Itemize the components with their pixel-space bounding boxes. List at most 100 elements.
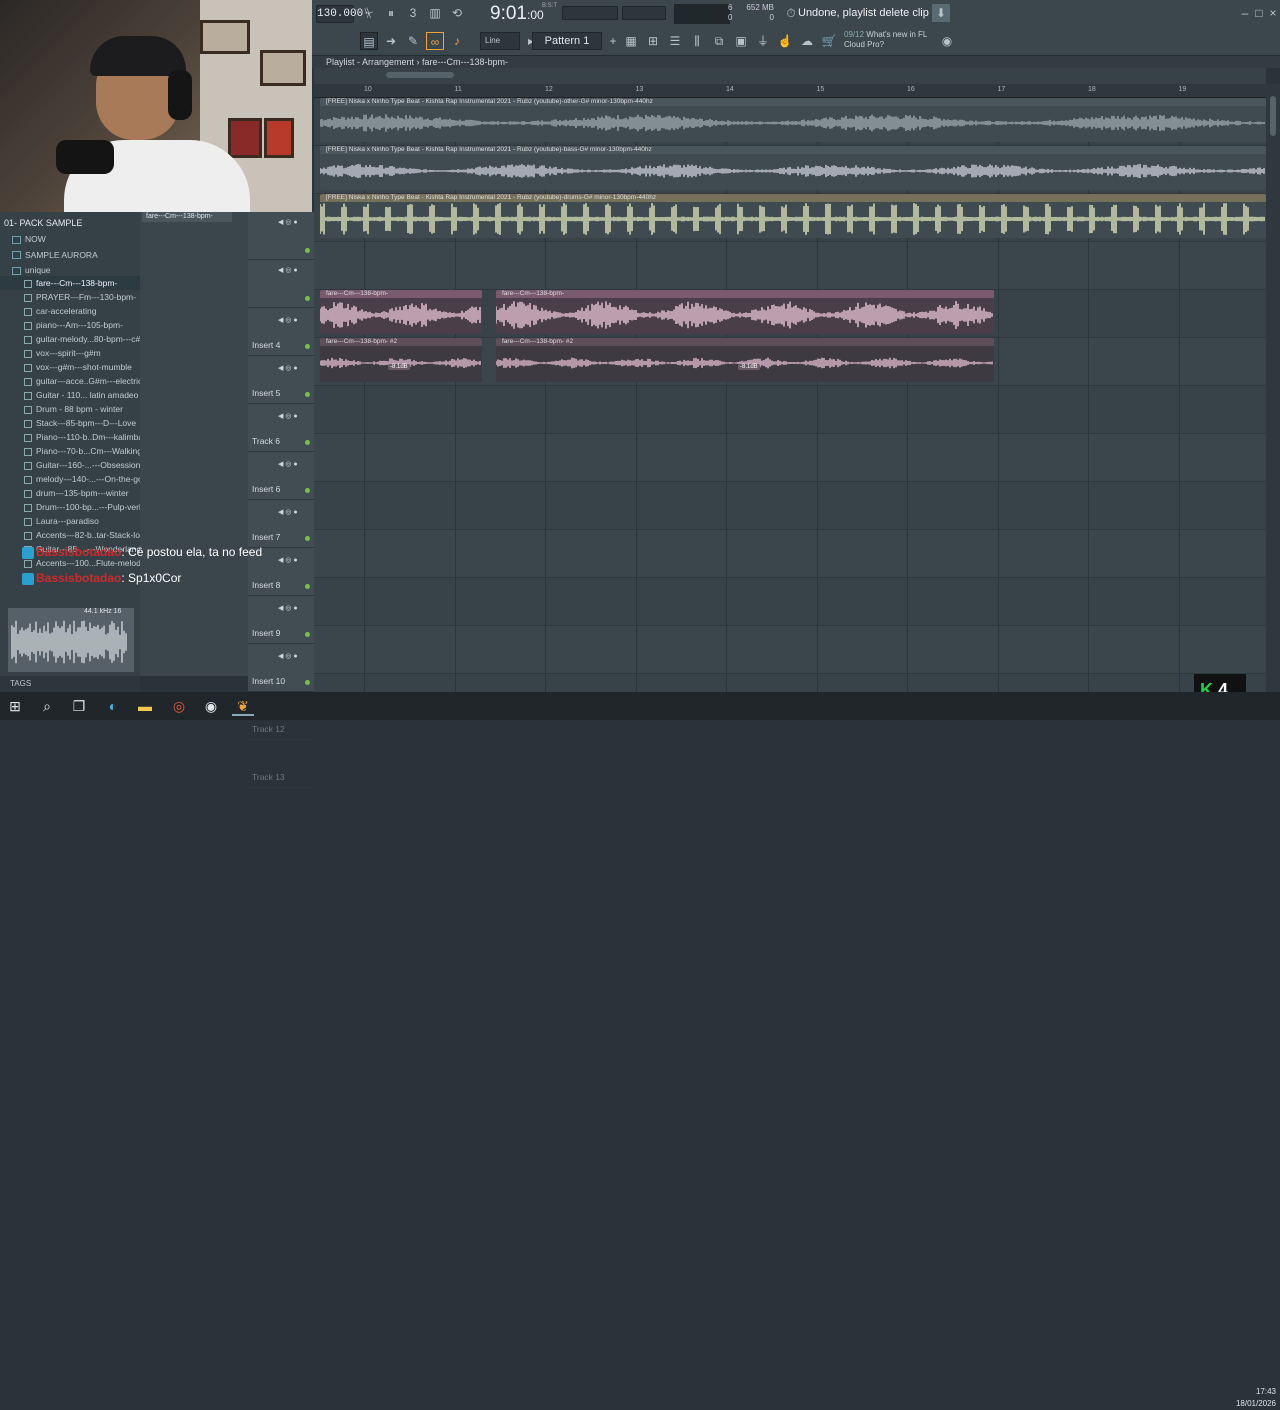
browser-file[interactable]: Piano---70-b...Cm---Walking xyxy=(0,444,140,458)
browser-file[interactable]: guitar---acce..G#m---electric xyxy=(0,374,140,388)
timeline-ruler[interactable]: 10 11 12 13 14 15 16 17 18 19 xyxy=(314,84,1266,98)
browser-file[interactable]: PRAYER---Fm---130-bpm- xyxy=(0,290,140,304)
browser-file[interactable]: Piano---110-b..Dm---kalimba xyxy=(0,430,140,444)
track-header[interactable]: Track 13 xyxy=(248,740,314,788)
browser-folder-title[interactable]: 01- PACK SAMPLE xyxy=(0,216,140,230)
track-enable-led[interactable] xyxy=(305,632,310,637)
search-icon[interactable]: ⌕ xyxy=(36,696,58,716)
browser-folder[interactable]: SAMPLE AURORA xyxy=(0,248,140,262)
track-buttons[interactable]: ◀ ◎ ● xyxy=(278,412,298,420)
track-header[interactable]: Insert 9 ◀ ◎ ● xyxy=(248,596,314,644)
vscroll-thumb[interactable] xyxy=(1270,96,1276,136)
channel-rack-icon[interactable]: ⊞ xyxy=(644,32,662,50)
chrome-icon[interactable]: ◎ xyxy=(168,696,190,716)
record-mode-icon[interactable]: ▥ xyxy=(426,4,444,22)
browser-file[interactable]: vox---g#m---shot-mumble xyxy=(0,360,140,374)
countdown-icon[interactable]: 3 xyxy=(404,4,422,22)
pattern-selector[interactable]: Pattern 1 xyxy=(532,32,602,50)
track-buttons[interactable]: ◀ ◎ ● xyxy=(278,508,298,516)
tempo-display[interactable]: 130.000 xyxy=(316,5,363,23)
add-pattern-icon[interactable]: + xyxy=(604,32,622,50)
track-enable-led[interactable] xyxy=(305,536,310,541)
master-pitch-slider[interactable] xyxy=(622,6,666,20)
tags-bar[interactable]: TAGS xyxy=(0,676,140,692)
track-buttons[interactable]: ◀ ◎ ● xyxy=(278,604,298,612)
playlist-grid[interactable]: [FREE] Niska x Ninho Type Beat - Kishta … xyxy=(314,98,1270,692)
browser-file[interactable]: Guitar---160-...---Obsession xyxy=(0,458,140,472)
browser-file[interactable]: Laura---paradiso xyxy=(0,514,140,528)
close-icon[interactable]: × xyxy=(1264,4,1280,22)
arrow-tool-icon[interactable]: ➜ xyxy=(382,32,400,50)
fl-studio-icon[interactable]: ❦ xyxy=(232,696,254,716)
wait-icon[interactable]: ⏸ xyxy=(382,4,400,22)
track-enable-led[interactable] xyxy=(305,296,310,301)
piano-roll-icon[interactable]: ☰ xyxy=(666,32,684,50)
cloud-icon[interactable]: ☁ xyxy=(798,32,816,50)
track-buttons[interactable]: ◀ ◎ ● xyxy=(278,266,298,274)
sample-preview[interactable]: 44.1 kHz 16 xyxy=(8,608,134,672)
playlist-row[interactable] xyxy=(314,386,1266,434)
browser-file[interactable]: Drum - 88 bpm - winter xyxy=(0,402,140,416)
playlist-row[interactable] xyxy=(314,578,1266,626)
browser-file[interactable]: car-accelerating xyxy=(0,304,140,318)
edge-icon[interactable]: ◐ xyxy=(102,696,124,716)
metronome-icon[interactable]: ⏧ xyxy=(360,4,378,22)
shop-icon[interactable]: 🛒 xyxy=(820,32,838,50)
file-explorer-icon[interactable]: ▬ xyxy=(134,696,156,716)
track-header[interactable]: Track 6 ◀ ◎ ● xyxy=(248,404,314,452)
browser-file[interactable]: Accents---82-b..tar-Stack-lofi xyxy=(0,528,140,542)
help-icon[interactable]: ◉ xyxy=(938,32,956,50)
playlist-icon[interactable]: ▤ xyxy=(360,32,378,50)
track-enable-led[interactable] xyxy=(305,344,310,349)
playlist-row[interactable] xyxy=(314,626,1266,674)
pencil-tool-icon[interactable]: ✎ xyxy=(404,32,422,50)
scroll-thumb[interactable] xyxy=(386,72,454,78)
browser-folder[interactable]: unique xyxy=(0,263,140,277)
audio-clip-bass[interactable]: [FREE] Niska x Ninho Type Beat - Kishta … xyxy=(320,146,1266,190)
track-enable-led[interactable] xyxy=(305,680,310,685)
loop-record-icon[interactable]: ⟲ xyxy=(448,4,466,22)
track-enable-led[interactable] xyxy=(305,248,310,253)
audio-clip-fare2-1[interactable]: fare---Cm---138-bpm- #2 xyxy=(320,338,482,382)
browser-file[interactable]: Drum---100-bp...---Pulp-verb xyxy=(0,500,140,514)
playlist-row[interactable] xyxy=(314,530,1266,578)
audio-clip-drums[interactable]: [FREE] Niska x Ninho Type Beat - Kishta … xyxy=(320,194,1266,238)
track-header[interactable]: ◀ ◎ ● xyxy=(248,260,314,308)
download-icon[interactable]: ⬇ xyxy=(932,4,950,22)
browser-file[interactable]: guitar-melody...80-bpm---c# xyxy=(0,332,140,346)
mixer-window-icon[interactable]: ▦ xyxy=(622,32,640,50)
browser-file[interactable]: drum---135-bpm---winter xyxy=(0,486,140,500)
master-volume-slider[interactable] xyxy=(562,6,618,20)
horizontal-scrollbar[interactable] xyxy=(314,68,1266,84)
link-tool-icon[interactable]: ∞ xyxy=(426,32,444,50)
track-enable-led[interactable] xyxy=(305,440,310,445)
picker-clip-label[interactable]: fare---Cm---138-bpm- xyxy=(142,212,232,222)
audio-clip-other[interactable]: [FREE] Niska x Ninho Type Beat - Kishta … xyxy=(320,98,1266,142)
track-buttons[interactable]: ◀ ◎ ● xyxy=(278,218,298,226)
plug-icon[interactable]: ⏚ xyxy=(754,32,772,50)
track-header[interactable]: Insert 6 ◀ ◎ ● xyxy=(248,452,314,500)
browser-file[interactable]: piano---Am---105-bpm- xyxy=(0,318,140,332)
audio-clip-fare-1[interactable]: fare---Cm---138-bpm- xyxy=(320,290,482,334)
touch-icon[interactable]: ☝ xyxy=(776,32,794,50)
track-buttons[interactable]: ◀ ◎ ● xyxy=(278,652,298,660)
task-view-icon[interactable]: ❐ xyxy=(68,696,90,716)
plugin-icon[interactable]: ⧉ xyxy=(710,32,728,50)
system-clock[interactable]: 17:43 18/01/2026 xyxy=(1230,1386,1276,1410)
browser-file[interactable]: fare---Cm---138-bpm- xyxy=(0,276,140,290)
track-header[interactable]: Insert 7 ◀ ◎ ● xyxy=(248,500,314,548)
track-header[interactable]: Insert 4 ◀ ◎ ● xyxy=(248,308,314,356)
browser-file[interactable]: Guitar - 110... latin amadeo xyxy=(0,388,140,402)
track-enable-led[interactable] xyxy=(305,392,310,397)
browser-file[interactable]: melody---140-...---On-the-go xyxy=(0,472,140,486)
audio-clip-fare-2[interactable]: fare---Cm---138-bpm- xyxy=(496,290,994,334)
browser-file[interactable]: vox---spirit---g#m xyxy=(0,346,140,360)
playlist-row[interactable] xyxy=(314,434,1266,482)
start-icon[interactable]: ⊞ xyxy=(4,696,26,716)
vertical-scrollbar[interactable] xyxy=(1266,84,1280,692)
track-buttons[interactable]: ◀ ◎ ● xyxy=(278,460,298,468)
news-panel[interactable]: 09/12 What's new in FL Cloud Pro? xyxy=(844,30,934,50)
snap-selector[interactable]: Line xyxy=(480,32,520,50)
browser-icon[interactable]: ▣ xyxy=(732,32,750,50)
playlist-row[interactable] xyxy=(314,242,1266,290)
